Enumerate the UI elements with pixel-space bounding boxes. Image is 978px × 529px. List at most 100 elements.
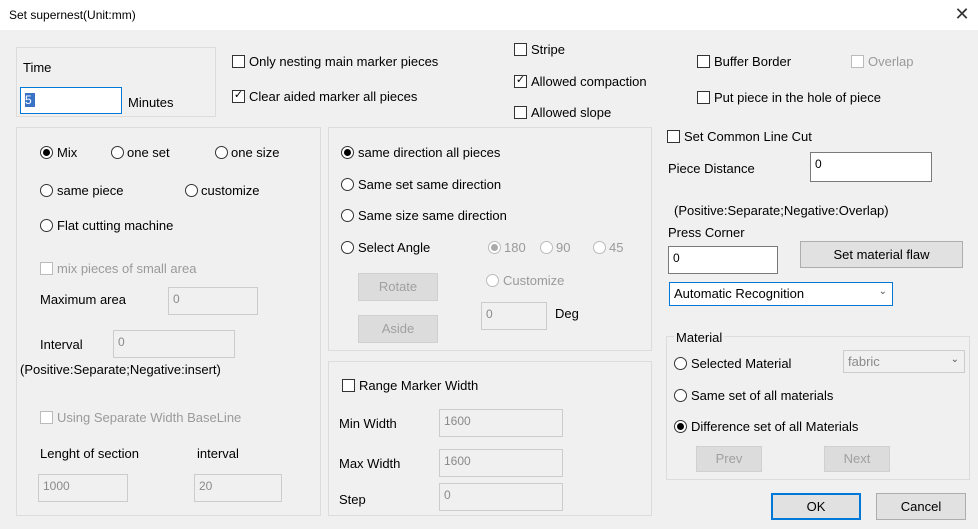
- time-label: Time: [23, 60, 52, 75]
- overlap-checkbox[interactable]: [851, 55, 864, 68]
- aside-button[interactable]: Aside: [358, 315, 438, 343]
- one-set-label: one set: [127, 145, 170, 160]
- mix-small-area-checkbox[interactable]: [40, 262, 53, 275]
- max-width-label: Max Width: [339, 456, 401, 471]
- stripe-checkbox[interactable]: [514, 43, 527, 56]
- rotate-button[interactable]: Rotate: [358, 273, 438, 301]
- title-bar: Set supernest(Unit:mm) ✕: [0, 0, 978, 30]
- max-width-input[interactable]: 1600: [439, 449, 563, 477]
- one-size-radio[interactable]: [215, 146, 228, 159]
- window-title: Set supernest(Unit:mm): [9, 8, 136, 22]
- same-direction-all-label: same direction all pieces: [358, 145, 501, 160]
- angle-90-radio[interactable]: [540, 241, 553, 254]
- allowed-slope-label: Allowed slope: [531, 105, 612, 120]
- chevron-down-icon: ⌄: [878, 286, 887, 297]
- step-input[interactable]: 0: [439, 483, 563, 511]
- material-group-label: Material: [674, 330, 725, 345]
- piece-distance-label: Piece Distance: [668, 161, 755, 176]
- select-angle-label: Select Angle: [358, 240, 431, 255]
- angle-45-label: 45: [609, 240, 624, 255]
- interval2-label: interval: [197, 446, 239, 461]
- separate-width-checkbox[interactable]: [40, 411, 53, 424]
- mix-radio[interactable]: [40, 146, 53, 159]
- minutes-label: Minutes: [128, 95, 174, 110]
- maximum-area-input[interactable]: 0: [168, 287, 258, 315]
- put-in-hole-label: Put piece in the hole of piece: [714, 90, 881, 105]
- separate-width-label: Using Separate Width BaseLine: [57, 410, 242, 425]
- overlap-label: Overlap: [868, 54, 914, 69]
- selected-material-radio[interactable]: [674, 357, 687, 370]
- allowed-slope-checkbox[interactable]: [514, 106, 527, 119]
- selected-material-label: Selected Material: [691, 356, 792, 371]
- difference-set-materials-label: Difference set of all Materials: [691, 419, 859, 434]
- interval-note: (Positive:Separate;Negative:insert): [20, 362, 221, 377]
- flat-cutting-label: Flat cutting machine: [57, 218, 174, 233]
- ok-button[interactable]: OK: [771, 493, 861, 520]
- step-label: Step: [339, 492, 366, 507]
- press-corner-label: Press Corner: [668, 225, 745, 240]
- prev-button[interactable]: Prev: [696, 446, 762, 472]
- one-size-label: one size: [231, 145, 280, 160]
- put-in-hole-checkbox[interactable]: [697, 91, 710, 104]
- close-icon[interactable]: ✕: [952, 3, 972, 25]
- cancel-button[interactable]: Cancel: [876, 493, 966, 520]
- angle-180-radio[interactable]: [488, 241, 501, 254]
- range-marker-width-checkbox[interactable]: [342, 379, 355, 392]
- next-button[interactable]: Next: [824, 446, 890, 472]
- common-line-cut-checkbox[interactable]: [667, 130, 680, 143]
- supernest-dialog: Set supernest(Unit:mm) ✕ Time 5 Minutes …: [0, 0, 978, 529]
- piece-distance-input[interactable]: 0: [810, 152, 932, 182]
- material-dropdown[interactable]: fabric ⌄: [843, 350, 965, 373]
- select-angle-radio[interactable]: [341, 241, 354, 254]
- material-value: fabric: [848, 354, 880, 369]
- same-direction-all-radio[interactable]: [341, 146, 354, 159]
- allowed-compaction-checkbox[interactable]: ✓: [514, 74, 527, 88]
- same-size-direction-label: Same size same direction: [358, 208, 507, 223]
- common-line-cut-label: Set Common Line Cut: [684, 129, 812, 144]
- flat-cutting-radio[interactable]: [40, 219, 53, 232]
- angle-90-label: 90: [556, 240, 571, 255]
- angle-45-radio[interactable]: [593, 241, 606, 254]
- piece-distance-note: (Positive:Separate;Negative:Overlap): [674, 203, 889, 218]
- set-material-flaw-button[interactable]: Set material flaw: [800, 241, 963, 268]
- same-set-direction-radio[interactable]: [341, 178, 354, 191]
- same-set-materials-radio[interactable]: [674, 389, 687, 402]
- interval-input[interactable]: 0: [113, 330, 235, 358]
- mix-small-area-label: mix pieces of small area: [57, 261, 197, 276]
- deg-label: Deg: [555, 306, 579, 321]
- buffer-border-checkbox[interactable]: [697, 55, 710, 68]
- stripe-label: Stripe: [531, 42, 565, 57]
- same-set-direction-label: Same set same direction: [358, 177, 502, 192]
- min-width-input[interactable]: 1600: [439, 409, 563, 437]
- buffer-border-label: Buffer Border: [714, 54, 792, 69]
- min-width-label: Min Width: [339, 416, 397, 431]
- recognition-dropdown[interactable]: Automatic Recognition ⌄: [669, 282, 893, 306]
- mix-label: Mix: [57, 145, 78, 160]
- difference-set-materials-radio[interactable]: [674, 420, 687, 433]
- length-section-label: Lenght of section: [40, 446, 140, 461]
- angle-input[interactable]: 0: [481, 302, 547, 330]
- angle-customize-radio[interactable]: [486, 274, 499, 287]
- customize-label: customize: [201, 183, 260, 198]
- only-nesting-label: Only nesting main marker pieces: [249, 54, 439, 69]
- recognition-value: Automatic Recognition: [674, 286, 805, 301]
- angle-180-label: 180: [504, 240, 526, 255]
- maximum-area-label: Maximum area: [40, 292, 126, 307]
- same-set-materials-label: Same set of all materials: [691, 388, 834, 403]
- one-set-radio[interactable]: [111, 146, 124, 159]
- same-size-direction-radio[interactable]: [341, 209, 354, 222]
- allowed-compaction-label: Allowed compaction: [531, 74, 647, 89]
- same-piece-label: same piece: [57, 183, 124, 198]
- same-piece-radio[interactable]: [40, 184, 53, 197]
- press-corner-input[interactable]: 0: [668, 246, 778, 274]
- only-nesting-checkbox[interactable]: [232, 55, 245, 68]
- interval2-input[interactable]: 20: [194, 474, 282, 502]
- interval-label: Interval: [40, 337, 83, 352]
- time-input[interactable]: 5: [20, 87, 122, 114]
- clear-aided-checkbox[interactable]: ✓: [232, 89, 245, 103]
- angle-customize-label: Customize: [503, 273, 565, 288]
- length-section-input[interactable]: 1000: [38, 474, 128, 502]
- chevron-down-icon: ⌄: [950, 354, 959, 365]
- customize-radio[interactable]: [185, 184, 198, 197]
- clear-aided-label: Clear aided marker all pieces: [249, 89, 418, 104]
